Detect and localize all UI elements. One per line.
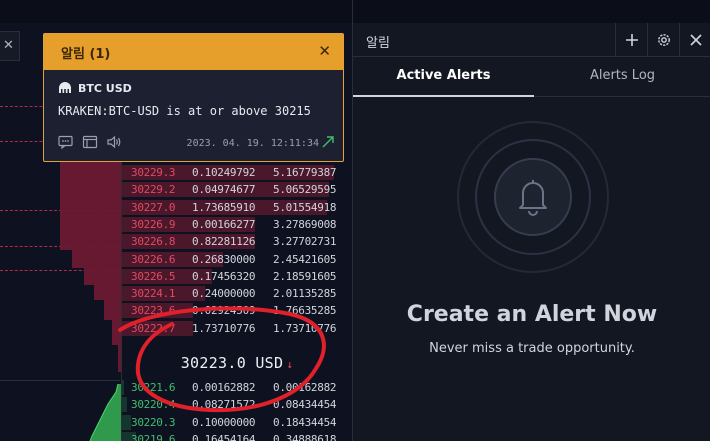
order-price: 30226.8	[131, 235, 176, 249]
alert-tabs: Active Alerts Alerts Log	[353, 57, 710, 97]
order-price: 30229.3	[131, 166, 176, 179]
toast-actions	[58, 135, 122, 149]
popup-window-icon[interactable]	[82, 135, 98, 149]
toast-timestamp: 2023. 04. 19. 12:11:34	[186, 138, 319, 149]
order-price: 30219.6	[131, 432, 176, 441]
order-total: 5.16779387	[273, 166, 337, 179]
toast-symbol: BTC USD	[78, 81, 132, 95]
ask-row[interactable]: 30227.0 1.73685910 5.01554918	[122, 199, 352, 216]
order-total: 3.27702731	[273, 235, 337, 249]
toast-header: 알림 (1) ✕	[44, 34, 343, 70]
alert-toast[interactable]: 알림 (1) ✕ BTC USD KRAKEN:BTC-USD is at or…	[43, 33, 344, 162]
order-total: 3.27869008	[273, 217, 337, 231]
order-size: 0.16454164	[192, 432, 256, 441]
ask-row[interactable]: 30226.9 0.00166277 3.27869008	[122, 216, 352, 233]
close-panel-button[interactable]	[679, 23, 710, 57]
order-price: 30226.5	[131, 269, 176, 283]
add-alert-button[interactable]	[615, 23, 647, 57]
order-total: 2.45421605	[273, 252, 337, 266]
order-price: 30226.9	[131, 217, 176, 231]
order-size: 0.04974677	[192, 183, 256, 197]
kraken-logo-icon	[59, 82, 71, 93]
order-size: 0.00166277	[192, 217, 256, 231]
gear-icon	[657, 34, 670, 46]
panel-header: 알림	[353, 23, 710, 57]
order-price: 30227.0	[131, 200, 176, 214]
close-icon	[689, 34, 702, 46]
toast-title: 알림 (1)	[61, 47, 111, 62]
ask-row[interactable]: 30226.8 0.82281126 3.27702731	[122, 233, 352, 250]
settings-button[interactable]	[647, 23, 679, 57]
tab-active-alerts[interactable]: Active Alerts	[353, 57, 534, 97]
order-price: 30226.6	[131, 252, 176, 266]
panel-title: 알림	[366, 36, 390, 51]
tab-alerts-log[interactable]: Alerts Log	[534, 57, 710, 97]
comment-icon[interactable]	[58, 135, 74, 149]
ask-row[interactable]: 30229.3 0.10249792 5.16779387	[122, 164, 352, 181]
annotation-circle	[118, 306, 326, 413]
toast-message: KRAKEN:BTC-USD is at or above 30215	[58, 104, 311, 118]
empty-state-subtitle: Never miss a trade opportunity.	[429, 341, 635, 356]
order-size: 0.17456320	[192, 269, 256, 283]
order-size: 0.26830000	[192, 252, 256, 266]
alerts-panel: 알림 Active Alerts Alerts Log Create an Al…	[352, 0, 710, 441]
goto-chart-icon[interactable]	[321, 135, 335, 149]
bid-row[interactable]: 30219.6 0.16454164 0.34888618	[122, 431, 352, 441]
ask-row[interactable]: 30226.5 0.17456320 2.18591605	[122, 268, 352, 285]
order-total: 5.01554918	[273, 200, 337, 214]
order-size: 0.82281126	[192, 235, 256, 249]
speaker-icon[interactable]	[106, 135, 122, 149]
order-total: 2.18591605	[273, 269, 337, 283]
ask-row[interactable]: 30226.6 0.26830000 2.45421605	[122, 251, 352, 268]
close-icon[interactable]: ✕	[318, 42, 331, 60]
toast-symbol-row: BTC USD	[58, 80, 132, 96]
order-size: 1.73685910	[192, 200, 256, 214]
bell-rings-illustration	[457, 121, 609, 273]
order-price: 30229.2	[131, 183, 176, 197]
top-strip	[353, 0, 710, 23]
axis-line	[0, 380, 120, 381]
order-size: 0.10249792	[192, 166, 256, 179]
empty-state-title: Create an Alert Now	[406, 302, 658, 327]
order-total: 5.06529595	[273, 183, 337, 197]
plus-icon	[625, 34, 638, 46]
ask-row[interactable]: 30229.2 0.04974677 5.06529595	[122, 181, 352, 198]
order-total: 0.34888618	[273, 432, 337, 441]
